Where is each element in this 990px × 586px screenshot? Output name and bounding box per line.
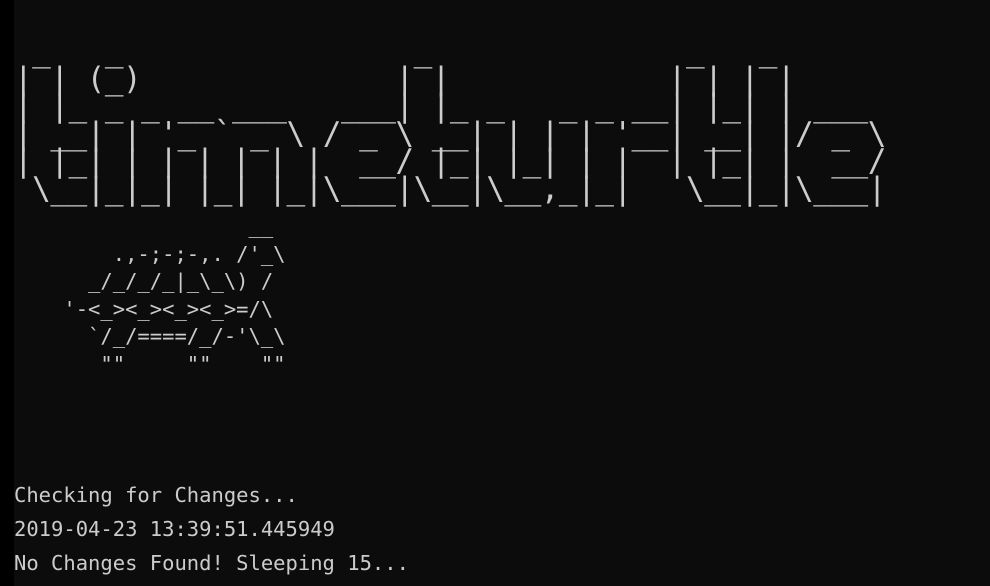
ascii-banner-timeturtle: _ _ _ _ _ | | (_) | | | | | | | |_ _ _ _… <box>14 33 886 207</box>
console-window[interactable]: _ _ _ _ _ | | (_) | | | | | | | |_ _ _ _… <box>0 0 990 586</box>
status-line-timestamp: 2019-04-23 13:39:51.445949 <box>14 517 335 541</box>
ascii-turtle-art: __ .,-;-;-,. /'_\ _/_/_/_|_\_\) / '-<_><… <box>63 214 286 376</box>
status-line-checking: Checking for Changes... <box>14 483 298 507</box>
status-line-sleeping: No Changes Found! Sleeping 15... <box>14 551 409 575</box>
window-edge <box>0 0 14 586</box>
status-lines: Checking for Changes... 2019-04-23 13:39… <box>14 478 409 580</box>
